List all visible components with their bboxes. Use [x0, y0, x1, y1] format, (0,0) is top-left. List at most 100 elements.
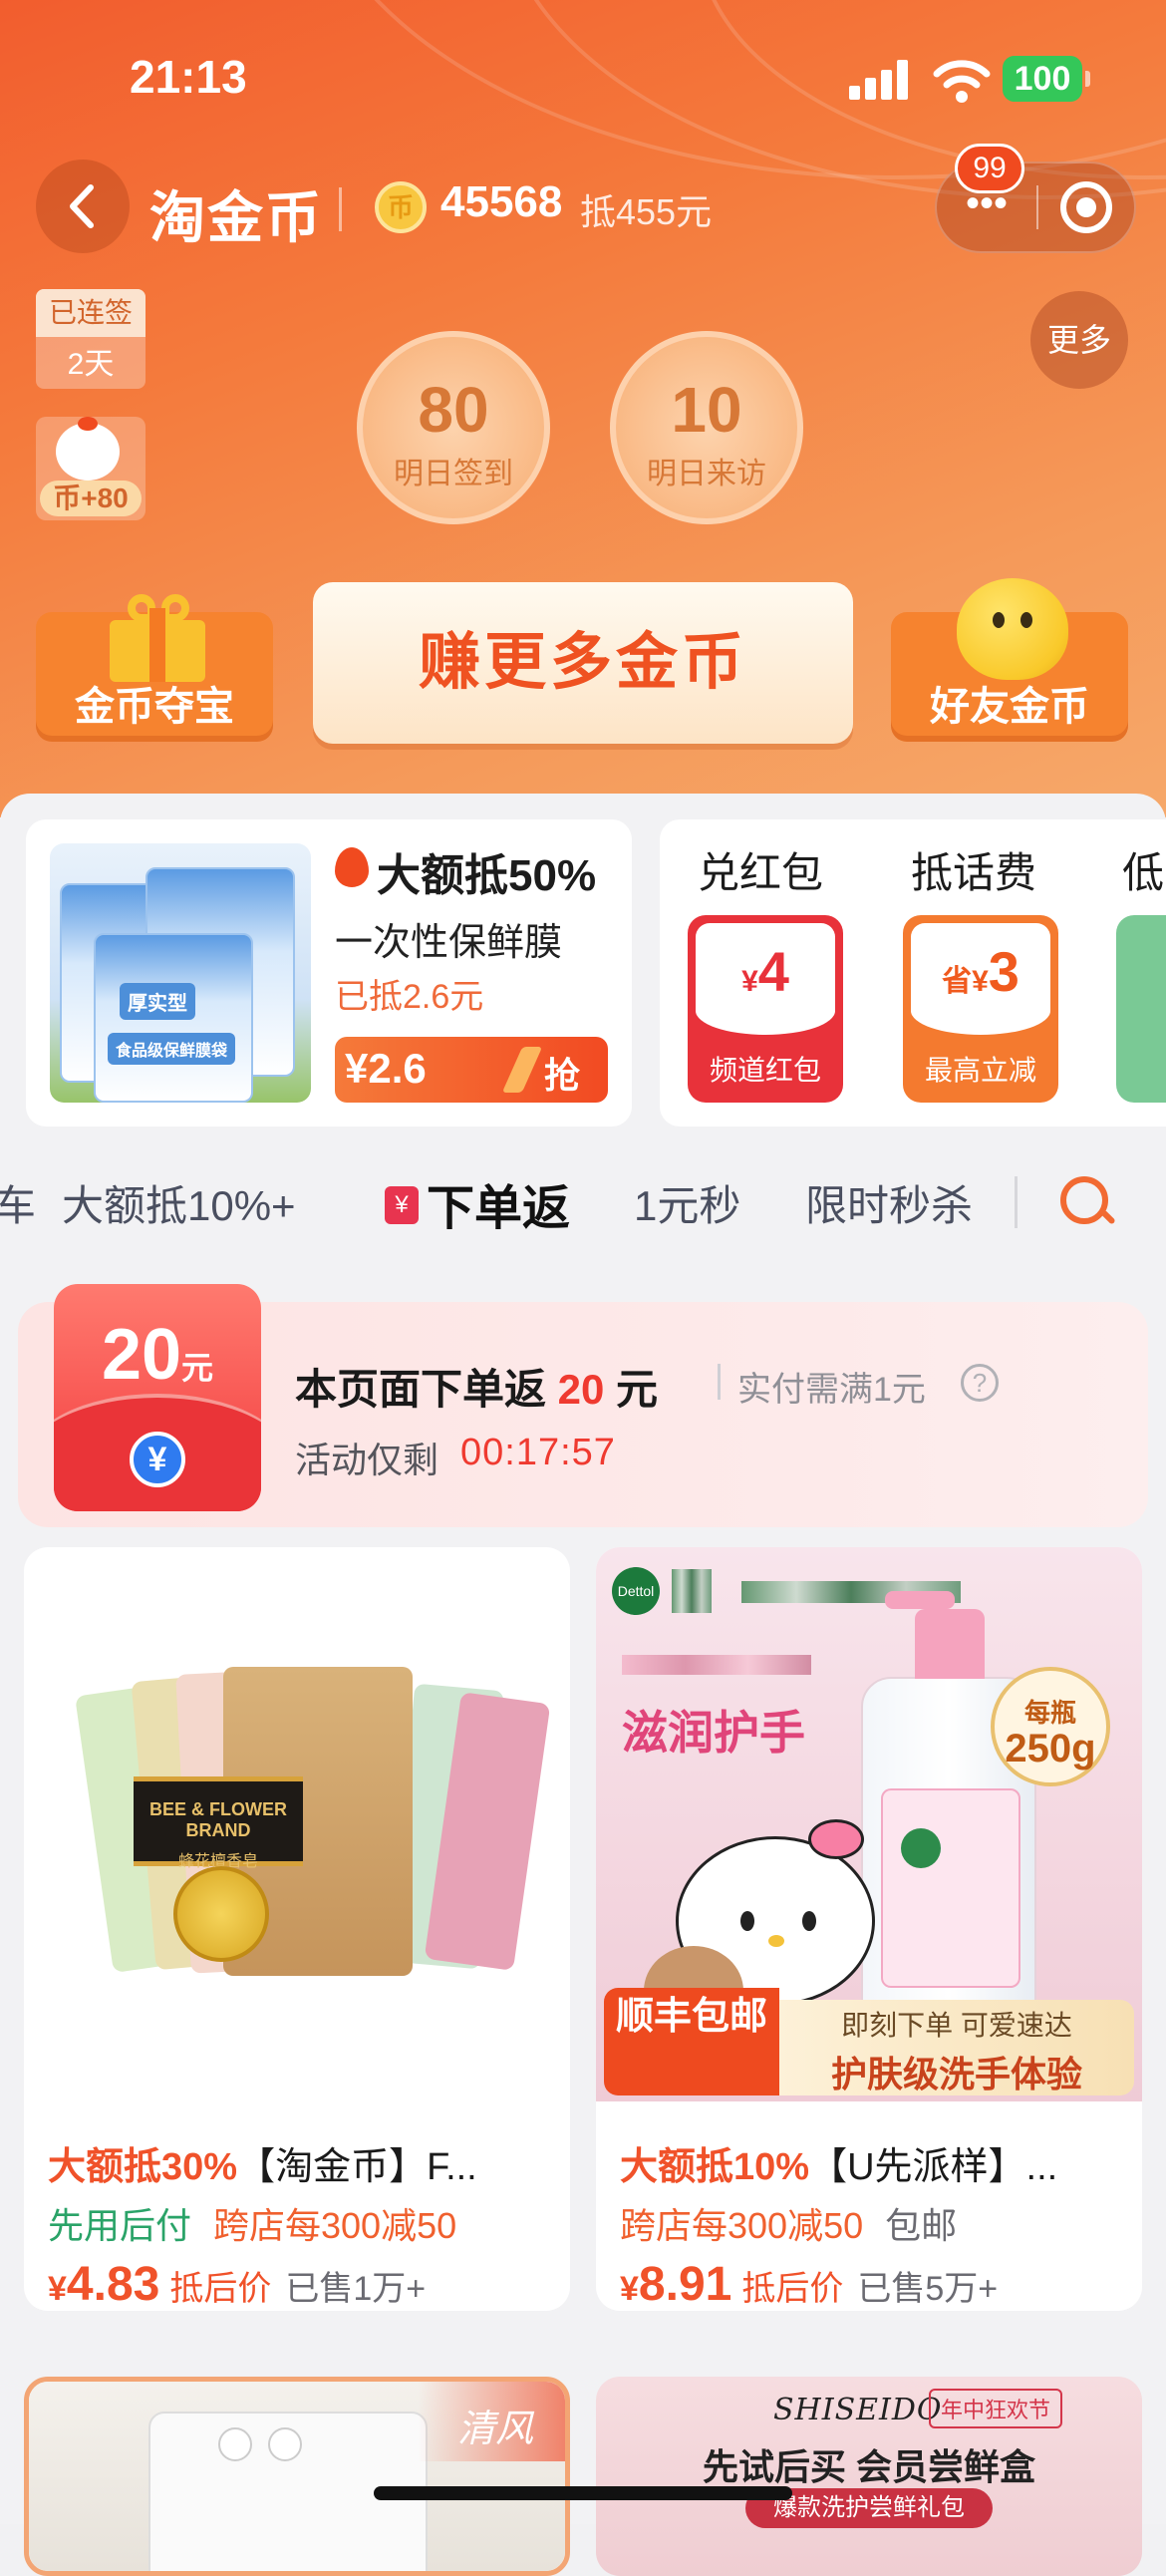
- product-name: 大额抵30%【淘金币】F...: [48, 2146, 477, 2188]
- pack-label: 食品级保鲜膜袋: [108, 1033, 236, 1065]
- navigation-bar: 淘金币 币 45568 抵455元 ••• 99: [0, 144, 1166, 259]
- channel-redbag-card[interactable]: ¥4 频道红包: [688, 915, 843, 1103]
- more-button[interactable]: 更多: [1030, 291, 1128, 389]
- status-bar: 21:13 100: [0, 40, 1166, 120]
- tomorrow-visit-label: 明日来访: [647, 458, 766, 490]
- tab-deduct-10[interactable]: 大额抵10%+: [62, 1172, 296, 1233]
- partial-title: 低: [1122, 849, 1165, 896]
- discount-caption: 最高立减: [924, 1055, 1036, 1086]
- grab-label: 抢: [544, 1055, 581, 1096]
- countdown-timer: 00:17:57: [460, 1432, 616, 1473]
- discount-face: 省¥3: [911, 923, 1050, 1035]
- streak-label: 已连签: [36, 289, 146, 337]
- handwash-product-image: Dettol 滋润护手 每瓶 250g 顺丰包邮 即刻下单 可爱速达 护肤级洗手体验: [596, 1547, 1142, 2101]
- soap-band: BEE & FLOWER BRAND 蜂花檀香皂: [134, 1776, 303, 1870]
- soap-seal: [173, 1866, 269, 1962]
- friends-coins-label: 好友金币: [930, 685, 1089, 729]
- tomorrow-visit-value: 10: [671, 374, 742, 446]
- product-card[interactable]: Dettol 滋润护手 每瓶 250g 顺丰包邮 即刻下单 可爱速达 护肤级洗手体验…: [596, 1547, 1142, 2311]
- product-name: 大额抵10%【U先派样】...: [620, 2146, 1058, 2188]
- lightning-icon: [501, 1047, 543, 1093]
- flame-icon: [335, 847, 369, 887]
- blurred-text: [672, 1569, 712, 1613]
- redbag-caption: 频道红包: [709, 1055, 821, 1086]
- streak-days: 2天: [67, 348, 115, 381]
- product-price: ¥4.83 抵后价 已售1万+: [48, 2258, 427, 2311]
- promo-product-name: 一次性保鲜膜: [335, 922, 563, 964]
- brand-label: SHISEIDO: [773, 2393, 943, 2427]
- remaining-label: 活动仅剩: [295, 1440, 439, 1480]
- chevron-left-icon: [70, 184, 94, 228]
- yellow-chick-icon: [957, 578, 1068, 680]
- cashback-envelope: 20元 ¥: [54, 1284, 261, 1511]
- volume-badge: 每瓶 250g: [991, 1667, 1110, 1786]
- category-tabs: 车 大额抵10%+ 下单返 1元秒 限时秒杀: [0, 1156, 1166, 1242]
- page-title: 淘金币: [149, 186, 323, 249]
- checkin-streak: 已连签 2天: [36, 289, 146, 389]
- product-card[interactable]: SHISEIDO 年中狂欢节 先试后买 会员尝鲜盒 爆款洗护尝鲜礼包: [596, 2377, 1142, 2576]
- cellular-signal-icon: [849, 60, 911, 100]
- back-button[interactable]: [36, 160, 130, 253]
- coin-icon: 币: [375, 181, 427, 233]
- pack-label: 厚实型: [120, 983, 195, 1020]
- promo-headline: 先试后买 会员尝鲜盒: [702, 2446, 1035, 2487]
- tomorrow-sign-label: 明日签到: [394, 458, 513, 490]
- phone-bill-title: 抵话费: [911, 849, 1037, 896]
- discount-amount: 省¥3: [942, 940, 1020, 1003]
- cashback-title: 本页面下单返 20 元: [295, 1366, 659, 1413]
- promo-deducted: 已抵2.6元: [335, 978, 484, 1016]
- divider: [339, 187, 342, 231]
- chick-bonus-button[interactable]: 币+80: [36, 417, 146, 520]
- handwash-headline: 滋润护手: [622, 1707, 805, 1759]
- redbag-face: ¥4: [696, 923, 835, 1035]
- partial-card[interactable]: [1116, 915, 1166, 1103]
- yen-icon: ¥: [130, 1432, 185, 1487]
- soap-product-image: BEE & FLOWER BRAND 蜂花檀香皂: [24, 1547, 570, 2101]
- product-tags: 先用后付 跨店每300减50: [48, 2205, 457, 2246]
- home-indicator[interactable]: [374, 2486, 792, 2500]
- brand-label: 清风: [457, 2407, 534, 2450]
- search-icon[interactable]: [1060, 1176, 1108, 1224]
- cashback-condition: 实付需满1元: [737, 1371, 926, 1409]
- cling-film-product-image: 厚实型 食品级保鲜膜袋: [50, 843, 311, 1103]
- close-miniapp-button[interactable]: [1060, 181, 1112, 233]
- chick-comb: [78, 417, 98, 431]
- battery-icon: 100: [1003, 56, 1090, 102]
- wifi-icon: [933, 60, 991, 103]
- divider: [718, 1364, 721, 1400]
- product-card[interactable]: BEE & FLOWER BRAND 蜂花檀香皂 大额抵30%【淘金币】F... …: [24, 1547, 570, 2311]
- tab-flash-sale[interactable]: 限时秒杀: [805, 1172, 973, 1233]
- exchange-redbag-title: 兑红包: [698, 849, 824, 896]
- tab-partial[interactable]: 车: [0, 1172, 36, 1233]
- treasure-label: 金币夺宝: [75, 685, 234, 729]
- chick-icon: [56, 423, 120, 481]
- status-time: 21:13: [130, 51, 247, 103]
- envelope-amount: 20元: [101, 1315, 214, 1395]
- coin-deduct-value: 抵455元: [580, 191, 713, 232]
- product-tags: 跨店每300减50 包邮: [620, 2205, 958, 2246]
- tab-order-cashback[interactable]: 下单返: [427, 1168, 570, 1238]
- tomorrow-sign-value: 80: [418, 374, 489, 446]
- tab-fade: [997, 1166, 1017, 1232]
- gift-icon: [110, 594, 205, 682]
- divider: [1015, 1176, 1018, 1228]
- sf-shipping-tag: 顺丰包邮: [604, 1988, 779, 2095]
- tomorrow-visit-circle[interactable]: 10 明日来访: [610, 331, 803, 524]
- coin-balance: 45568: [440, 177, 563, 226]
- shipping-promo: 即刻下单 可爱速达 护肤级洗手体验: [779, 2000, 1134, 2095]
- festival-label: 年中狂欢节: [929, 2389, 1063, 2428]
- tomorrow-sign-circle[interactable]: 80 明日签到: [357, 331, 550, 524]
- redbag-amount: ¥4: [741, 940, 789, 1003]
- chick-bonus-label: 币+80: [40, 481, 142, 516]
- blurred-text: [622, 1655, 811, 1675]
- promo-title: 大额抵50%: [377, 851, 597, 900]
- earn-more-coins-button[interactable]: 赚更多金币: [313, 582, 853, 744]
- product-card[interactable]: 清风: [24, 2377, 570, 2576]
- divider: [1036, 185, 1038, 229]
- grab-button[interactable]: ¥2.6 抢: [335, 1037, 608, 1103]
- dettol-logo: Dettol: [612, 1567, 660, 1615]
- notification-badge: 99: [955, 144, 1024, 193]
- help-icon[interactable]: ?: [961, 1364, 999, 1402]
- tab-one-yuan[interactable]: 1元秒: [634, 1172, 740, 1233]
- phone-discount-card[interactable]: 省¥3 最高立减: [903, 915, 1058, 1103]
